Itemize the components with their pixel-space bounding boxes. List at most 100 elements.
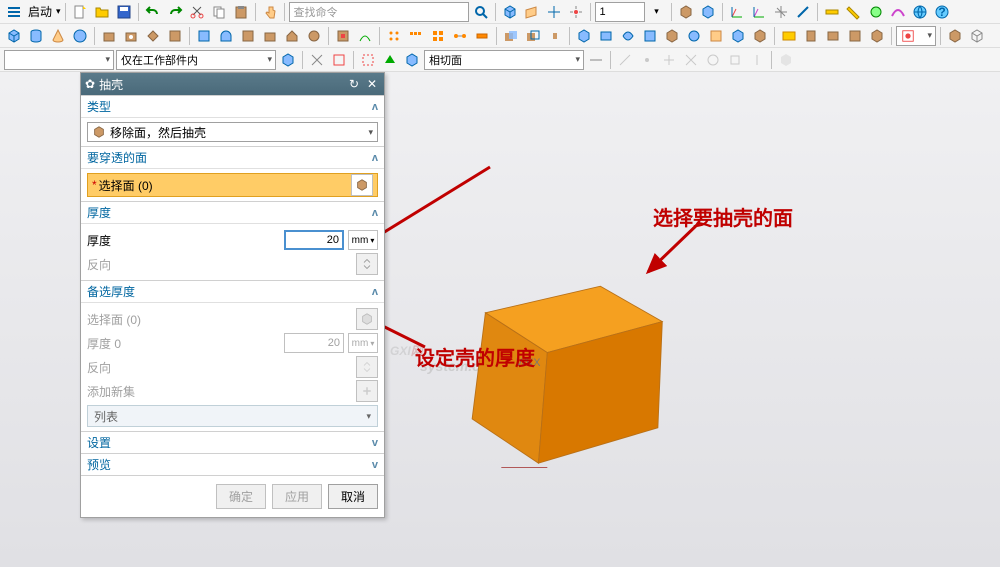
plane-icon[interactable] — [522, 2, 542, 22]
bool3-icon[interactable] — [545, 26, 565, 46]
curve-icon[interactable] — [888, 2, 908, 22]
selmode2-icon[interactable] — [380, 50, 400, 70]
csys-icon[interactable] — [727, 2, 747, 22]
selmode3-icon[interactable] — [402, 50, 422, 70]
shade-icon[interactable] — [945, 26, 965, 46]
filter2-icon[interactable] — [307, 50, 327, 70]
feat9-icon[interactable] — [282, 26, 302, 46]
paste-icon[interactable] — [231, 2, 251, 22]
feat6-icon[interactable] — [216, 26, 236, 46]
solid1-icon[interactable] — [676, 2, 696, 22]
feat11-icon[interactable] — [333, 26, 353, 46]
bool1-icon[interactable] — [501, 26, 521, 46]
filter1-icon[interactable] — [278, 50, 298, 70]
primitive-cone-icon[interactable] — [48, 26, 68, 46]
thickness-unit[interactable]: mm — [348, 230, 378, 250]
empty-combo[interactable] — [4, 50, 114, 70]
snap6-icon[interactable] — [725, 50, 745, 70]
render-combo[interactable] — [896, 26, 936, 46]
op3-icon[interactable] — [823, 26, 843, 46]
select-face-row[interactable]: * 选择面 (0) — [87, 173, 378, 197]
bool2-icon[interactable] — [523, 26, 543, 46]
snap5-icon[interactable] — [703, 50, 723, 70]
sf4-icon[interactable] — [640, 26, 660, 46]
feat7-icon[interactable] — [238, 26, 258, 46]
reverse-icon[interactable] — [356, 253, 378, 275]
snap4-icon[interactable] — [681, 50, 701, 70]
selmode4-icon[interactable] — [586, 50, 606, 70]
feat12-icon[interactable] — [355, 26, 375, 46]
primitive-sphere-icon[interactable] — [70, 26, 90, 46]
line-icon[interactable] — [793, 2, 813, 22]
op5-icon[interactable] — [867, 26, 887, 46]
facemode-combo[interactable]: 相切面 — [424, 50, 584, 70]
section-settings-header[interactable]: 设置v — [81, 431, 384, 453]
type-combo[interactable]: 移除面，然后抽壳 — [87, 122, 378, 142]
sf6-icon[interactable] — [684, 26, 704, 46]
touch-icon[interactable] — [260, 2, 280, 22]
filter3-icon[interactable] — [329, 50, 349, 70]
feat1-icon[interactable] — [99, 26, 119, 46]
snap7-icon[interactable] — [747, 50, 767, 70]
open-icon[interactable] — [92, 2, 112, 22]
analysis-icon[interactable] — [866, 2, 886, 22]
sf1-icon[interactable] — [574, 26, 594, 46]
feat5-icon[interactable] — [194, 26, 214, 46]
sf5-icon[interactable] — [662, 26, 682, 46]
pattern4-icon[interactable] — [450, 26, 470, 46]
menu-icon[interactable] — [4, 2, 24, 22]
sf2-icon[interactable] — [596, 26, 616, 46]
save-icon[interactable] — [114, 2, 134, 22]
feat2-icon[interactable] — [121, 26, 141, 46]
help-icon[interactable]: ? — [932, 2, 952, 22]
point-icon[interactable] — [566, 2, 586, 22]
sf9-icon[interactable] — [750, 26, 770, 46]
ok-button[interactable]: 确定 — [216, 484, 266, 509]
copy-icon[interactable] — [209, 2, 229, 22]
viewport[interactable]: GXI网 system.com WKX 选择要抽壳的面 设定壳的厚度 ✿ 抽壳 … — [0, 72, 1000, 567]
thickness-input[interactable] — [284, 230, 344, 250]
axis-icon[interactable] — [544, 2, 564, 22]
op1-icon[interactable] — [779, 26, 799, 46]
snap8-icon[interactable] — [776, 50, 796, 70]
op2-icon[interactable] — [801, 26, 821, 46]
cancel-button[interactable]: 取消 — [328, 484, 378, 509]
pattern5-icon[interactable] — [472, 26, 492, 46]
measure2-icon[interactable] — [844, 2, 864, 22]
sf7-icon[interactable] — [706, 26, 726, 46]
feat8-icon[interactable] — [260, 26, 280, 46]
new-icon[interactable] — [70, 2, 90, 22]
section-thickness-header[interactable]: 厚度ʌ — [81, 201, 384, 223]
dd-icon[interactable]: ▾ — [647, 2, 667, 22]
feat3-icon[interactable] — [143, 26, 163, 46]
solid2-icon[interactable] — [698, 2, 718, 22]
snap2-icon[interactable] — [637, 50, 657, 70]
pattern3-icon[interactable] — [428, 26, 448, 46]
section-pierce-header[interactable]: 要穿透的面ʌ — [81, 146, 384, 168]
primitive-cyl-icon[interactable] — [26, 26, 46, 46]
feat10-icon[interactable] — [304, 26, 324, 46]
csys2-icon[interactable] — [749, 2, 769, 22]
pattern2-icon[interactable] — [406, 26, 426, 46]
measure1-icon[interactable] — [822, 2, 842, 22]
reset-icon[interactable]: ↻ — [346, 76, 362, 92]
number-input[interactable]: 1 — [595, 2, 645, 22]
list-button[interactable]: 列表 — [87, 405, 378, 427]
command-search[interactable]: 查找命令 — [289, 2, 469, 22]
scope-combo[interactable]: 仅在工作部件内 — [116, 50, 276, 70]
pattern1-icon[interactable] — [384, 26, 404, 46]
close-icon[interactable]: ✕ — [364, 76, 380, 92]
face-picker-icon[interactable] — [351, 174, 373, 196]
browser-icon[interactable] — [910, 2, 930, 22]
box-icon[interactable] — [500, 2, 520, 22]
undo-icon[interactable] — [143, 2, 163, 22]
op4-icon[interactable] — [845, 26, 865, 46]
snap3-icon[interactable] — [659, 50, 679, 70]
section-preview-header[interactable]: 预览v — [81, 453, 384, 475]
snap1-icon[interactable] — [615, 50, 635, 70]
cut-icon[interactable] — [187, 2, 207, 22]
selmode1-icon[interactable] — [358, 50, 378, 70]
search-go-icon[interactable] — [471, 2, 491, 22]
primitive-box-icon[interactable] — [4, 26, 24, 46]
dialog-titlebar[interactable]: ✿ 抽壳 ↻ ✕ — [81, 73, 384, 95]
